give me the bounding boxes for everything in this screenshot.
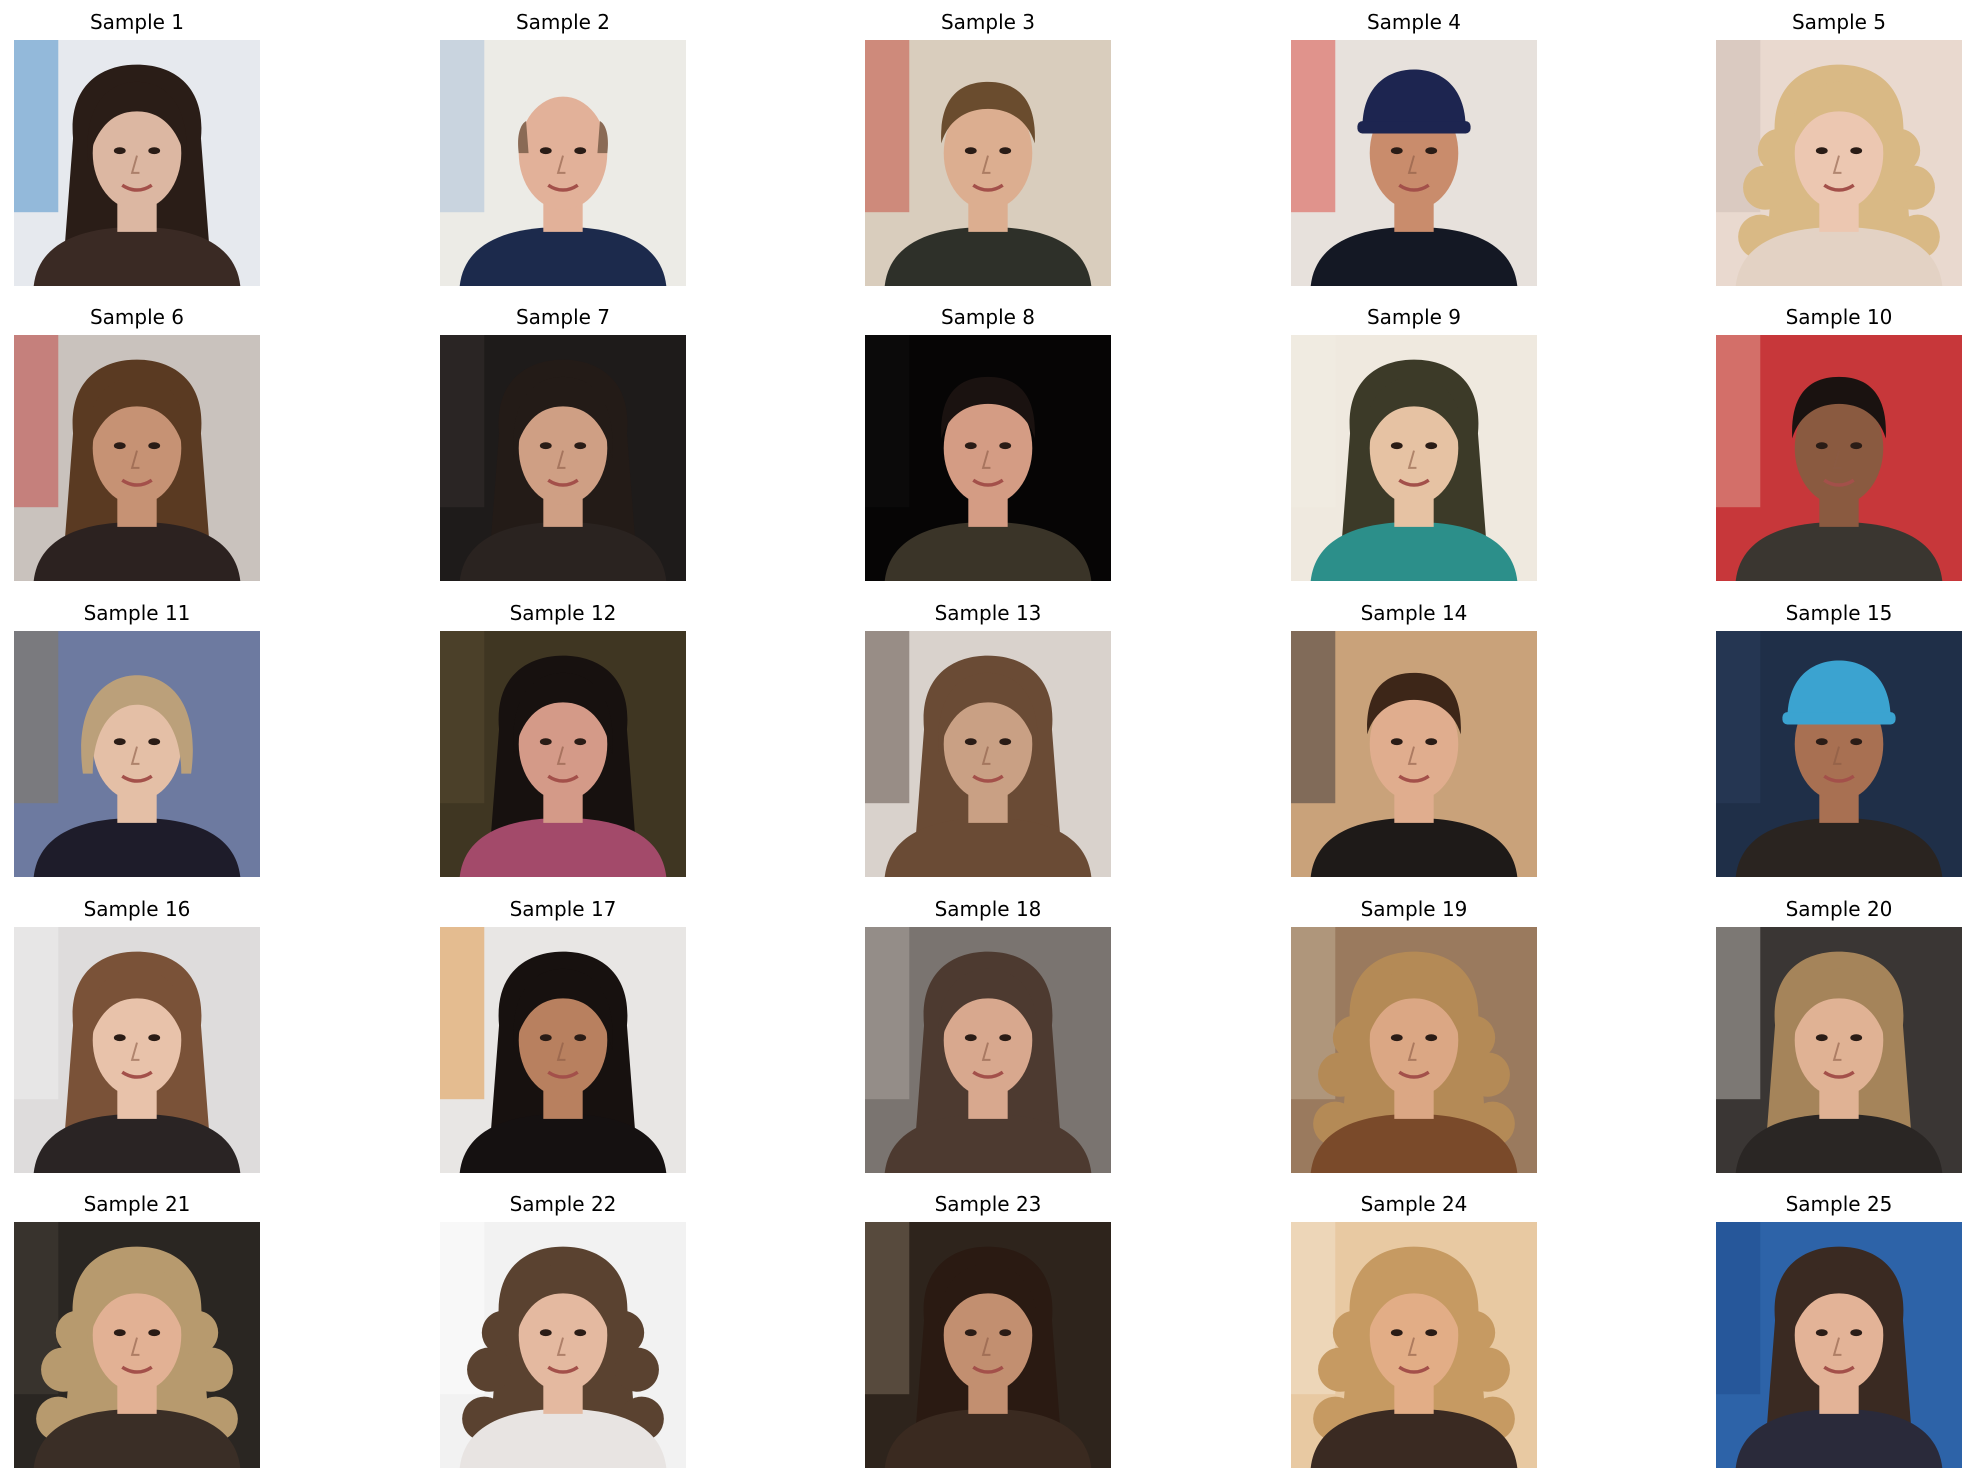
face-photo-image [1716, 40, 1962, 286]
sample-title: Sample 11 [83, 601, 191, 625]
face-photo-image [14, 927, 260, 1173]
face-photo-image [1716, 631, 1962, 877]
sample-title: Sample 25 [1785, 1192, 1893, 1216]
sample-photo [14, 927, 260, 1173]
sample-title: Sample 10 [1785, 305, 1893, 329]
face-photo-image [1716, 927, 1962, 1173]
sample-photo [14, 1222, 260, 1468]
sample-title: Sample 17 [509, 897, 617, 921]
sample-title: Sample 9 [1366, 305, 1462, 329]
sample-photo [1716, 631, 1962, 877]
sample-title: Sample 22 [509, 1192, 617, 1216]
sample-title: Sample 8 [940, 305, 1036, 329]
sample-photo [440, 40, 686, 286]
sample-photo [1716, 40, 1962, 286]
sample-photo [440, 631, 686, 877]
sample-photo [1716, 335, 1962, 581]
face-photo-image [14, 1222, 260, 1468]
face-photo-image [865, 631, 1111, 877]
face-photo-image [440, 335, 686, 581]
sample-photo [1291, 335, 1537, 581]
sample-photo [1716, 1222, 1962, 1468]
sample-title: Sample 4 [1366, 10, 1462, 34]
sample-title: Sample 3 [940, 10, 1036, 34]
sample-photo [1291, 1222, 1537, 1468]
sample-photo [1716, 927, 1962, 1173]
sample-title: Sample 13 [934, 601, 1042, 625]
sample-title: Sample 5 [1791, 10, 1887, 34]
face-photo-image [1291, 927, 1537, 1173]
face-photo-image [1291, 40, 1537, 286]
sample-photo [1291, 631, 1537, 877]
sample-photo [865, 927, 1111, 1173]
sample-title: Sample 21 [83, 1192, 191, 1216]
sample-title: Sample 6 [89, 305, 185, 329]
sample-photo [1291, 40, 1537, 286]
sample-photo [14, 40, 260, 286]
sample-photo [440, 1222, 686, 1468]
face-photo-image [440, 40, 686, 286]
face-photo-image [1291, 1222, 1537, 1468]
sample-title: Sample 2 [515, 10, 611, 34]
sample-title: Sample 19 [1360, 897, 1468, 921]
face-photo-image [865, 335, 1111, 581]
face-photo-image [1716, 335, 1962, 581]
sample-title: Sample 14 [1360, 601, 1468, 625]
sample-photo [865, 40, 1111, 286]
face-photo-image [440, 631, 686, 877]
sample-title: Sample 12 [509, 601, 617, 625]
face-photo-image [14, 631, 260, 877]
sample-photo [440, 335, 686, 581]
face-photo-image [865, 1222, 1111, 1468]
face-photo-image [1716, 1222, 1962, 1468]
sample-photo [14, 631, 260, 877]
sample-title: Sample 20 [1785, 897, 1893, 921]
sample-title: Sample 16 [83, 897, 191, 921]
face-photo-image [1291, 335, 1537, 581]
sample-photo [1291, 927, 1537, 1173]
face-photo-image [14, 335, 260, 581]
sample-grid: Sample 1 Sample 2 Sample 3 Sample 4 Sample 5… [0, 0, 1974, 1484]
sample-title: Sample 18 [934, 897, 1042, 921]
face-photo-image [440, 1222, 686, 1468]
sample-photo [14, 335, 260, 581]
face-photo-image [440, 927, 686, 1173]
sample-photo [865, 1222, 1111, 1468]
face-photo-image [865, 40, 1111, 286]
face-photo-image [865, 927, 1111, 1173]
sample-photo [865, 631, 1111, 877]
sample-title: Sample 1 [89, 10, 185, 34]
sample-photo [440, 927, 686, 1173]
sample-title: Sample 7 [515, 305, 611, 329]
sample-photo [865, 335, 1111, 581]
sample-title: Sample 23 [934, 1192, 1042, 1216]
face-photo-image [14, 40, 260, 286]
sample-title: Sample 24 [1360, 1192, 1468, 1216]
sample-title: Sample 15 [1785, 601, 1893, 625]
face-photo-image [1291, 631, 1537, 877]
